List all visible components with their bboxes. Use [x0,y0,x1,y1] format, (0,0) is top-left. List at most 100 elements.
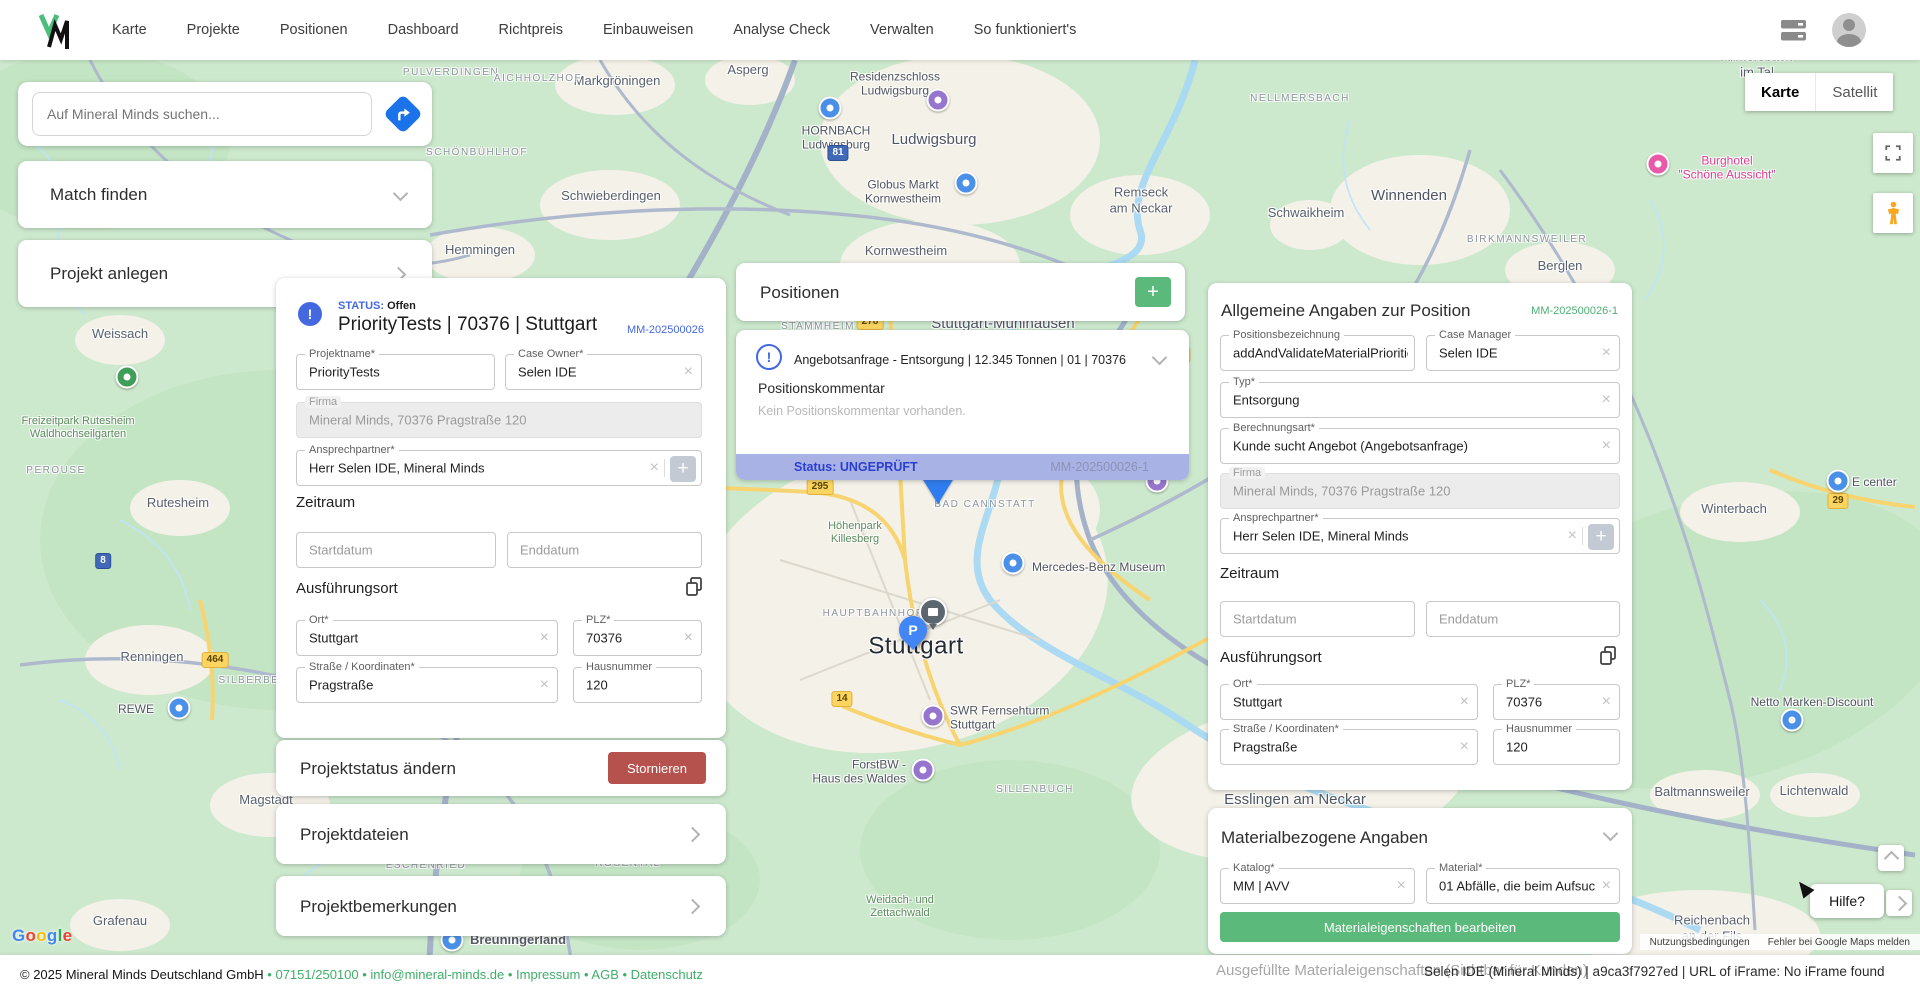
search-input[interactable] [32,92,372,136]
collapse-up-button[interactable] [1878,845,1904,871]
enddatum-field[interactable]: Enddatum [507,532,702,568]
case-owner-field[interactable]: Case Owner* Selen IDE × [505,354,702,390]
hausnummer-field[interactable]: Hausnummer 120 [573,667,702,703]
add-position-button[interactable]: + [1135,277,1171,307]
footer-link[interactable]: 07151/250100 [275,967,358,982]
avatar[interactable] [1832,13,1866,47]
projektbemerkungen-card[interactable]: Projektbemerkungen [276,876,726,936]
nav-item-analyse-check[interactable]: Analyse Check [733,22,830,38]
map-type-karte-button[interactable]: Karte [1745,73,1815,111]
stornieren-button[interactable]: Stornieren [608,752,706,784]
field-value: Pragstraße [309,678,533,693]
ansprechpartner-field[interactable]: Ansprechpartner* Herr Selen IDE, Mineral… [1220,518,1620,554]
ansprechpartner-field[interactable]: Ansprechpartner* Herr Selen IDE, Mineral… [296,450,702,486]
material-field[interactable]: Material* 01 Abfälle, die beim Aufsuc...… [1426,868,1620,904]
directions-button[interactable] [384,95,422,133]
strasse-field[interactable]: Straße / Koordinaten* Pragstraße × [1220,729,1478,765]
nav-item-so-funktioniert-s[interactable]: So funktioniert's [974,22,1077,38]
positionen-title: Positionen [760,283,839,303]
fullscreen-button[interactable] [1873,133,1913,173]
nav-item-dashboard[interactable]: Dashboard [388,22,459,38]
footer-link[interactable]: Impressum [516,967,580,982]
ort-field[interactable]: Ort* Stuttgart × [1220,684,1478,720]
case-manager-field[interactable]: Case Manager Selen IDE × [1426,335,1620,371]
plz-field[interactable]: PLZ* 70376 × [573,620,702,656]
footer-text: © 2025 Mineral Minds Deutschland GmbH • … [20,967,703,982]
field-value: Mineral Minds, 70376 Pragstraße 120 [1233,484,1595,499]
attribution-link[interactable]: Nutzungsbedingungen [1650,937,1750,948]
copy-icon[interactable] [684,576,704,598]
pegman-button[interactable] [1873,193,1913,233]
clear-icon[interactable]: × [1460,694,1469,710]
material-edit-button[interactable]: Materialeigenschaften bearbeiten [1220,912,1620,942]
footer-link[interactable]: AGB [591,967,618,982]
chevron-down-icon[interactable] [1603,826,1619,842]
project-panel: ! STATUS: Offen PriorityTests | 70376 | … [276,278,726,738]
footer-link[interactable]: Datenschutz [631,967,703,982]
projektname-field[interactable]: Projektname* PriorityTests [296,354,495,390]
clear-icon[interactable]: × [1602,694,1611,710]
avatar-body [1837,34,1861,47]
project-location-pin[interactable]: P [893,610,933,650]
add-contact-button[interactable]: + [670,456,696,482]
clear-icon[interactable]: × [1460,739,1469,755]
positionsbezeichnung-field[interactable]: Positionsbezeichnung addAndValidateMater… [1220,335,1415,371]
clear-icon[interactable]: × [1397,878,1406,894]
material-title: Materialbezogene Angaben [1221,828,1428,848]
nav-item-karte[interactable]: Karte [112,22,147,38]
typ-field[interactable]: Typ* Entsorgung × [1220,382,1620,418]
chevron-right-icon [685,899,701,915]
chevron-down-icon[interactable] [1152,350,1168,366]
footer-separator: • [359,967,371,982]
google-logo-letter: o [26,926,37,945]
nav-item-verwalten[interactable]: Verwalten [870,22,934,38]
clear-icon[interactable]: × [540,630,549,646]
startdatum-field[interactable]: Startdatum [296,532,496,568]
strasse-field[interactable]: Straße / Koordinaten* Pragstraße × [296,667,558,703]
top-nav: Karte Projekte Positionen Dashboard Richtpre… [0,0,1920,60]
clear-icon[interactable]: × [1602,878,1611,894]
google-logo[interactable]: Google [12,926,72,946]
match-finden-accordion[interactable]: Match finden [18,161,432,228]
projektdateien-card[interactable]: Projektdateien [276,804,726,864]
berechnungsart-field[interactable]: Berechnungsart* Kunde sucht Angebot (Ang… [1220,428,1620,464]
add-contact-button[interactable]: + [1588,524,1614,550]
footer-link[interactable]: info@mineral-minds.de [370,967,504,982]
position-details-panel: Allgemeine Angaben zur Position MM-20250… [1208,283,1632,790]
copy-icon[interactable] [1598,645,1618,667]
startdatum-field[interactable]: Startdatum [1220,601,1415,637]
katalog-field[interactable]: Katalog* MM | AVV × [1220,868,1415,904]
clear-icon[interactable]: × [1602,438,1611,454]
field-label: Ansprechpartner* [305,444,399,456]
ort-field[interactable]: Ort* Stuttgart × [296,620,558,656]
map-arrow-marker[interactable] [922,478,954,504]
mineral-minds-logo[interactable] [38,12,72,50]
plz-field[interactable]: PLZ* 70376 × [1493,684,1620,720]
google-logo-letter: e [63,926,73,945]
projektbemerkungen-title: Projektbemerkungen [300,897,457,917]
clear-icon[interactable]: × [1568,528,1577,544]
help-button[interactable]: Hilfe? [1810,884,1884,918]
google-logo-letter: o [36,926,47,945]
map-type-satellit-button[interactable]: Satellit [1815,73,1893,111]
cards-stack-icon[interactable] [1780,19,1808,42]
hausnummer-field[interactable]: Hausnummer 120 [1493,729,1620,765]
clear-icon[interactable]: × [1602,345,1611,361]
clear-icon[interactable]: × [684,630,693,646]
nav-item-positionen[interactable]: Positionen [280,22,348,38]
clear-icon[interactable]: × [684,364,693,380]
divider [1582,527,1583,545]
clear-icon[interactable]: × [650,460,659,476]
clear-icon[interactable]: × [540,677,549,693]
field-value: Stuttgart [309,631,533,646]
attribution-link[interactable]: Fehler bei Google Maps melden [1768,937,1910,948]
map-type-control: Karte Satellit [1745,73,1893,111]
enddatum-field[interactable]: Enddatum [1426,601,1620,637]
field-label: Ansprechpartner* [1229,512,1323,524]
field-label: Berechnungsart* [1229,422,1319,434]
nav-item-richtpreis[interactable]: Richtpreis [499,22,563,38]
clear-icon[interactable]: × [1602,392,1611,408]
nav-item-projekte[interactable]: Projekte [187,22,240,38]
nav-item-einbauweisen[interactable]: Einbauweisen [603,22,693,38]
collapse-right-button[interactable] [1886,890,1912,916]
